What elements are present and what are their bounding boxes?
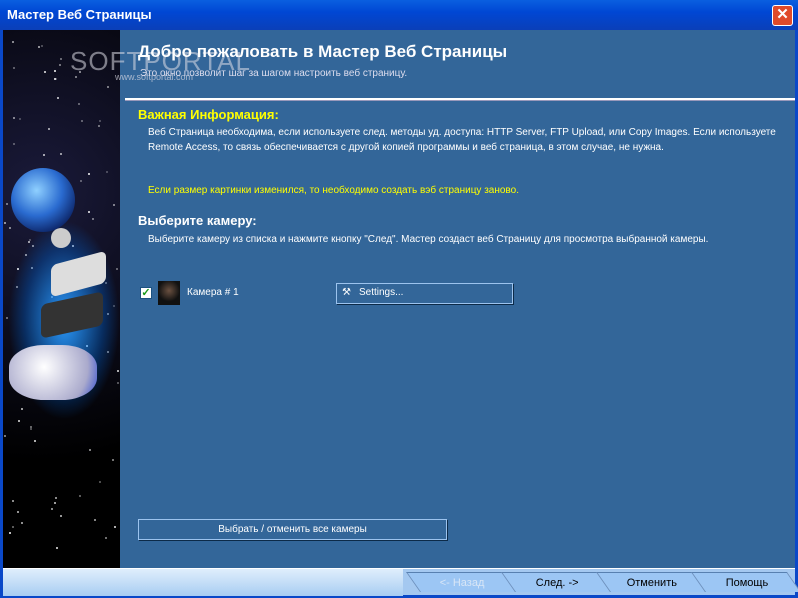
star bbox=[42, 153, 45, 156]
star bbox=[60, 514, 63, 517]
next-label: След. -> bbox=[535, 577, 579, 589]
next-button[interactable]: След. -> bbox=[500, 572, 612, 592]
divider bbox=[125, 98, 795, 101]
star bbox=[50, 508, 53, 511]
star bbox=[98, 120, 101, 123]
star bbox=[111, 459, 114, 462]
star bbox=[98, 481, 101, 484]
help-label: Помощь bbox=[725, 577, 768, 589]
star bbox=[89, 448, 92, 451]
page-subtitle: Это окно позволит шаг за шагом настроить… bbox=[140, 68, 408, 79]
star bbox=[93, 519, 96, 522]
star bbox=[55, 496, 58, 499]
star bbox=[17, 419, 20, 422]
star bbox=[112, 203, 115, 206]
star bbox=[53, 70, 56, 73]
star bbox=[78, 102, 81, 105]
star bbox=[78, 495, 81, 498]
back-button[interactable]: <- Назад bbox=[405, 572, 517, 592]
star bbox=[59, 153, 62, 155]
star bbox=[80, 180, 83, 183]
nav-bar-decoration bbox=[3, 569, 403, 596]
camera-thumbnail bbox=[158, 281, 180, 305]
star bbox=[59, 57, 62, 60]
star bbox=[106, 171, 109, 174]
title-bar: Мастер Веб Страницы ✕ bbox=[0, 0, 798, 30]
wizard-frame: SOFTPORTAL www.softportal.com Добро пожа… bbox=[3, 30, 798, 596]
tools-icon: ⚒ bbox=[342, 287, 351, 298]
star bbox=[87, 172, 90, 175]
select-all-cameras-button[interactable]: Выбрать / отменить все камеры bbox=[138, 519, 447, 540]
info-text: Веб Страница необходима, если использует… bbox=[148, 127, 776, 153]
webcam-image bbox=[51, 228, 71, 248]
settings-label: Settings... bbox=[358, 287, 404, 298]
info-warning: Если размер картинки изменился, то необх… bbox=[148, 185, 519, 196]
star bbox=[41, 44, 44, 47]
star bbox=[3, 222, 6, 225]
star bbox=[30, 427, 33, 430]
camera-checkbox[interactable]: ✓ bbox=[140, 287, 152, 299]
star bbox=[37, 45, 40, 48]
star bbox=[21, 522, 24, 525]
close-button[interactable]: ✕ bbox=[772, 5, 793, 26]
nav-bar: <- Назад След. -> Отменить Помощь bbox=[3, 568, 798, 596]
camera-heading: Выберите камеру: bbox=[138, 213, 257, 228]
star bbox=[87, 210, 90, 213]
info-heading: Важная Информация: bbox=[138, 107, 279, 122]
star bbox=[12, 142, 15, 145]
star bbox=[47, 128, 50, 131]
star bbox=[12, 66, 15, 69]
cancel-label: Отменить bbox=[626, 577, 677, 589]
star bbox=[104, 537, 107, 540]
star bbox=[56, 96, 59, 99]
star bbox=[18, 118, 21, 121]
camera-text: Выберите камеру из списка и нажмите кноп… bbox=[148, 234, 709, 245]
star bbox=[59, 64, 62, 67]
star bbox=[44, 71, 47, 74]
star bbox=[12, 41, 15, 44]
star bbox=[98, 125, 101, 128]
back-label: <- Назад bbox=[439, 577, 485, 589]
camera-label: Камера # 1 bbox=[187, 287, 239, 298]
settings-button[interactable]: ⚒ Settings... bbox=[336, 283, 513, 304]
window-title: Мастер Веб Страницы bbox=[7, 7, 152, 22]
star bbox=[5, 203, 8, 206]
star bbox=[12, 525, 15, 528]
cancel-button[interactable]: Отменить bbox=[595, 572, 707, 592]
earth-image bbox=[11, 168, 75, 232]
star bbox=[12, 500, 15, 503]
star bbox=[80, 120, 83, 123]
page-title: Добро пожаловать в Мастер Веб Страницы bbox=[138, 42, 508, 61]
help-button[interactable]: Помощь bbox=[690, 572, 798, 592]
star bbox=[106, 86, 109, 89]
star bbox=[16, 510, 19, 513]
star bbox=[3, 434, 6, 437]
star bbox=[55, 547, 58, 550]
star bbox=[34, 440, 37, 443]
star bbox=[54, 502, 57, 505]
side-banner-image bbox=[3, 30, 120, 568]
star bbox=[8, 532, 11, 535]
star bbox=[114, 525, 117, 528]
main-panel: SOFTPORTAL www.softportal.com Добро пожа… bbox=[70, 30, 795, 568]
star bbox=[12, 117, 15, 120]
star bbox=[54, 78, 57, 81]
intel-camera-image bbox=[9, 345, 97, 400]
